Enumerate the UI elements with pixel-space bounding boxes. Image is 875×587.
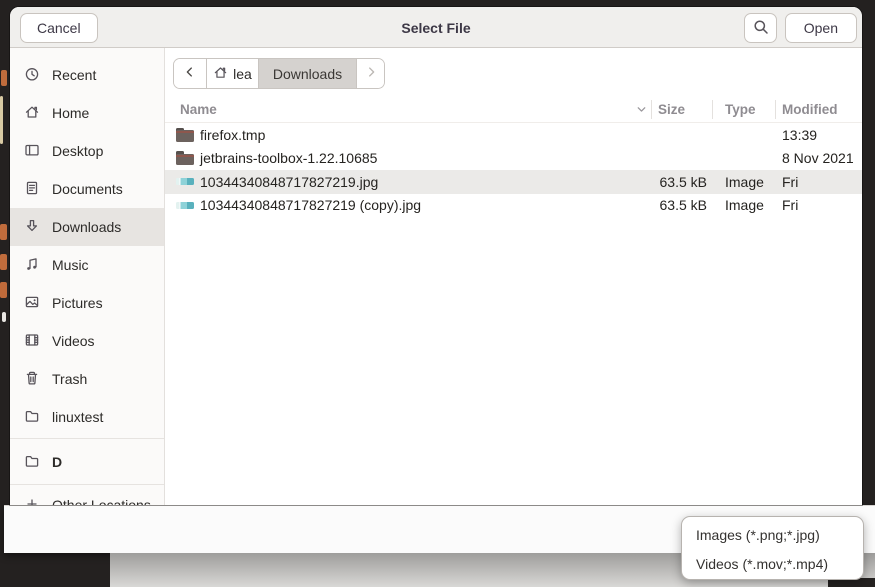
forward-button[interactable] bbox=[357, 59, 384, 88]
chevron-right-icon bbox=[364, 65, 378, 82]
home-icon bbox=[213, 65, 228, 83]
search-icon bbox=[753, 19, 769, 38]
sidebar-item-label: Videos bbox=[52, 333, 95, 349]
file-type: Image bbox=[725, 194, 764, 218]
sidebar-item-desktop[interactable]: Desktop bbox=[10, 132, 165, 170]
file-browser: lea Downloads Name bbox=[165, 48, 862, 505]
file-type: Image bbox=[725, 170, 764, 194]
pathbar-segment-home[interactable]: lea bbox=[207, 59, 259, 88]
background-artifact bbox=[0, 282, 7, 298]
sidebar-separator bbox=[10, 438, 165, 439]
sidebar-item-label: linuxtest bbox=[52, 409, 103, 425]
filter-option-images[interactable]: Images (*.png;*.jpg) bbox=[682, 520, 863, 549]
list-column-headers: Name Size Type Modified bbox=[165, 96, 862, 123]
file-name: 10344340848717827219 (copy).jpg bbox=[200, 194, 421, 218]
sidebar-item-label: Documents bbox=[52, 181, 123, 197]
sidebar-item-label: Recent bbox=[52, 67, 96, 83]
headerbar: Select File Cancel Open bbox=[10, 7, 862, 48]
file-modified: Fri bbox=[782, 170, 798, 194]
sidebar-item-home[interactable]: Home bbox=[10, 94, 165, 132]
sidebar-item-label: Trash bbox=[52, 371, 87, 387]
file-name: 10344340848717827219.jpg bbox=[200, 170, 378, 194]
sidebar-separator bbox=[10, 484, 165, 485]
chevron-left-icon bbox=[183, 65, 197, 82]
sidebar-item-label: D bbox=[52, 454, 62, 470]
pictures-icon bbox=[24, 294, 40, 313]
image-icon bbox=[174, 194, 196, 218]
dialog-body: Recent Home Desktop bbox=[10, 48, 862, 505]
file-modified: 13:39 bbox=[782, 123, 817, 147]
file-size: 63.5 kB bbox=[655, 194, 707, 218]
file-size bbox=[655, 123, 707, 147]
column-divider bbox=[651, 100, 652, 119]
file-name: jetbrains-toolbox-1.22.10685 bbox=[200, 147, 377, 171]
sidebar-item-music[interactable]: Music bbox=[10, 246, 165, 284]
search-button[interactable] bbox=[744, 13, 777, 43]
places-sidebar: Recent Home Desktop bbox=[10, 48, 165, 505]
file-row-jpg-selected[interactable]: 10344340848717827219.jpg 63.5 kB Image F… bbox=[165, 170, 862, 194]
column-header-name[interactable]: Name bbox=[180, 96, 217, 123]
pathbar-segment-label: lea bbox=[233, 66, 252, 82]
background-artifact bbox=[0, 224, 7, 240]
downloads-icon bbox=[24, 218, 40, 237]
file-size bbox=[655, 147, 707, 171]
background-artifact bbox=[0, 254, 7, 270]
image-icon bbox=[174, 170, 196, 194]
home-icon bbox=[24, 104, 40, 123]
file-row-jpg-copy[interactable]: 10344340848717827219 (copy).jpg 63.5 kB … bbox=[165, 194, 862, 218]
sidebar-item-label: Pictures bbox=[52, 295, 103, 311]
sidebar-item-linuxtest[interactable]: linuxtest bbox=[10, 398, 165, 436]
folder-icon bbox=[174, 147, 196, 171]
file-modified: Fri bbox=[782, 194, 798, 218]
dialog-title: Select File bbox=[10, 7, 862, 48]
pathbar: lea Downloads bbox=[173, 58, 385, 89]
sidebar-item-recent[interactable]: Recent bbox=[10, 56, 165, 94]
column-divider bbox=[775, 100, 776, 119]
sidebar-item-label: Music bbox=[52, 257, 89, 273]
sidebar-item-label: Home bbox=[52, 105, 89, 121]
sidebar-item-trash[interactable]: Trash bbox=[10, 360, 165, 398]
file-row-jetbrains-toolbox[interactable]: jetbrains-toolbox-1.22.10685 8 Nov 2021 bbox=[165, 147, 862, 171]
file-chooser-dialog: Select File Cancel Open Recent bbox=[10, 7, 862, 505]
other-locations-icon bbox=[24, 496, 40, 506]
background-artifact bbox=[1, 70, 7, 86]
sidebar-item-label: Other Locations bbox=[52, 497, 151, 505]
file-size: 63.5 kB bbox=[655, 170, 707, 194]
sidebar-item-label: Downloads bbox=[52, 219, 121, 235]
back-button[interactable] bbox=[174, 59, 207, 88]
column-header-modified[interactable]: Modified bbox=[782, 96, 838, 123]
pathbar-segment-current[interactable]: Downloads bbox=[259, 59, 357, 88]
column-header-type[interactable]: Type bbox=[725, 96, 756, 123]
recent-clock-icon bbox=[24, 66, 40, 85]
column-divider bbox=[712, 100, 713, 119]
videos-icon bbox=[24, 332, 40, 351]
sidebar-item-pictures[interactable]: Pictures bbox=[10, 284, 165, 322]
background-artifact bbox=[0, 96, 3, 144]
music-icon bbox=[24, 256, 40, 275]
file-type-filter-popup: Images (*.png;*.jpg) Videos (*.mov;*.mp4… bbox=[681, 516, 864, 580]
screen: Select File Cancel Open Recent bbox=[0, 0, 875, 587]
sidebar-item-downloads[interactable]: Downloads bbox=[10, 208, 165, 246]
file-row-firefox-tmp[interactable]: firefox.tmp 13:39 bbox=[165, 123, 862, 147]
background-artifact bbox=[2, 312, 6, 322]
open-button[interactable]: Open bbox=[785, 13, 857, 43]
column-header-size[interactable]: Size bbox=[658, 96, 685, 123]
sidebar-item-label: Desktop bbox=[52, 143, 103, 159]
folder-icon bbox=[24, 408, 40, 427]
documents-icon bbox=[24, 180, 40, 199]
folder-icon bbox=[174, 123, 196, 147]
trash-icon bbox=[24, 370, 40, 389]
pathbar-segment-label: Downloads bbox=[273, 66, 342, 82]
filter-option-videos[interactable]: Videos (*.mov;*.mp4) bbox=[682, 549, 863, 578]
desktop-icon bbox=[24, 142, 40, 161]
sort-chevron-down-icon[interactable] bbox=[635, 103, 648, 119]
folder-icon bbox=[24, 453, 40, 472]
file-modified: 8 Nov 2021 bbox=[782, 147, 854, 171]
sidebar-item-other-locations[interactable]: Other Locations bbox=[10, 486, 165, 505]
sidebar-item-videos[interactable]: Videos bbox=[10, 322, 165, 360]
file-name: firefox.tmp bbox=[200, 123, 265, 147]
cancel-button[interactable]: Cancel bbox=[20, 13, 98, 43]
sidebar-item-documents[interactable]: Documents bbox=[10, 170, 165, 208]
sidebar-item-d[interactable]: D bbox=[10, 443, 165, 481]
